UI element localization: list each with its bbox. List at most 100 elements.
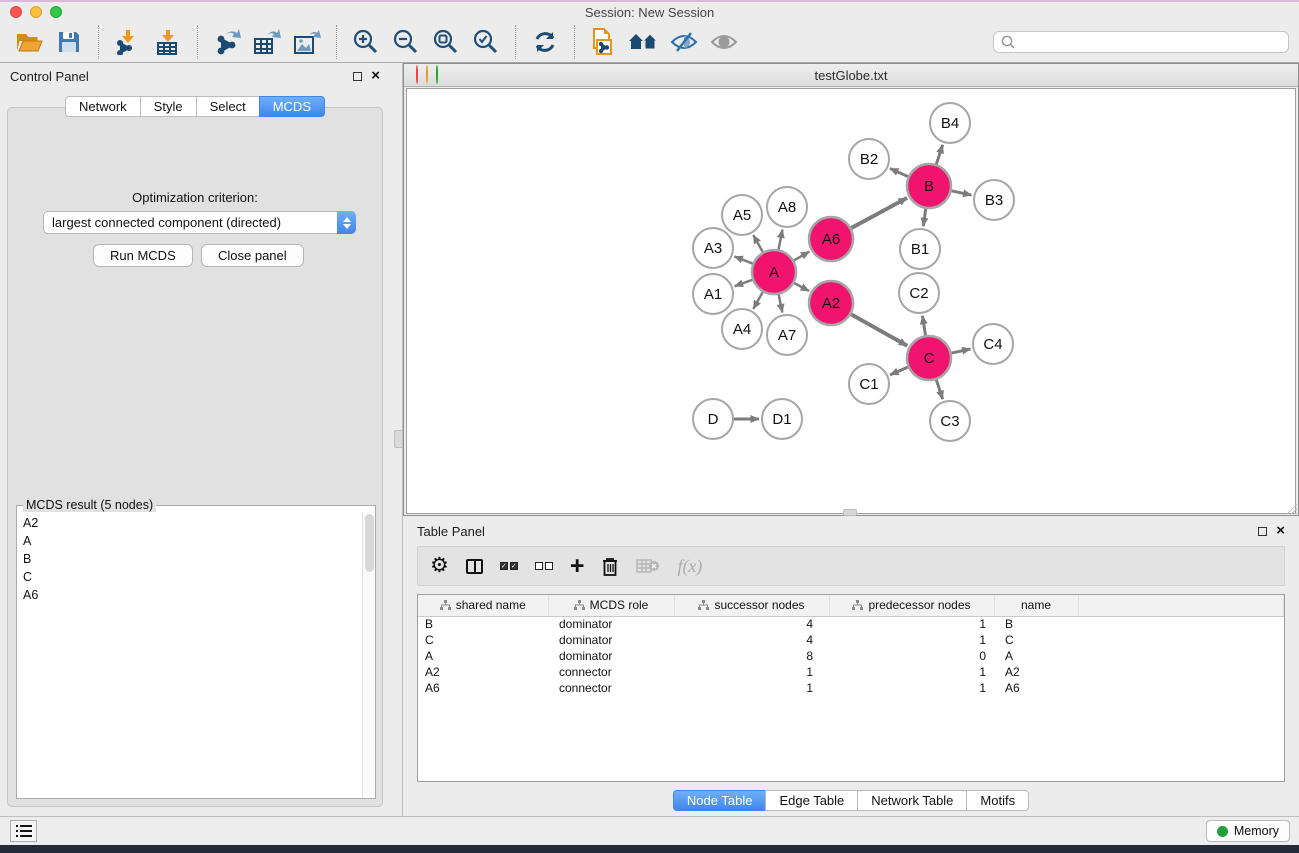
mcds-result-item[interactable]: A2: [18, 514, 361, 532]
edge-B-B2[interactable]: [890, 168, 908, 176]
create-column-button[interactable]: +: [570, 551, 585, 581]
table-options-button[interactable]: ⚙: [430, 551, 449, 581]
edge-C-C3[interactable]: [936, 380, 942, 399]
node-A5[interactable]: A5: [722, 195, 762, 235]
search-field[interactable]: [993, 31, 1289, 53]
node-C3[interactable]: C3: [930, 401, 970, 441]
import-table-button[interactable]: [148, 25, 188, 59]
task-history-button[interactable]: [10, 820, 37, 842]
horizontal-splitter-grip[interactable]: [843, 509, 857, 516]
edge-A-A1[interactable]: [735, 280, 753, 286]
tab-style[interactable]: Style: [140, 96, 196, 117]
show-graphics-details-button[interactable]: [704, 25, 744, 59]
export-image-button[interactable]: [287, 25, 327, 59]
node-C2[interactable]: C2: [899, 273, 939, 313]
table-row[interactable]: Bdominator41B: [418, 616, 1284, 632]
node-D1[interactable]: D1: [762, 399, 802, 439]
criterion-dropdown[interactable]: largest connected component (directed): [43, 211, 356, 234]
delete-columns-button[interactable]: [601, 551, 619, 581]
edge-A6-B[interactable]: [851, 198, 907, 228]
zoom-selected-button[interactable]: [466, 25, 506, 59]
import-network-button[interactable]: [108, 25, 148, 59]
edge-A-A8[interactable]: [779, 230, 783, 250]
scrollbar-thumb[interactable]: [365, 514, 374, 572]
close-panel-button[interactable]: Close panel: [201, 244, 304, 267]
table-row[interactable]: A6connector11A6: [418, 680, 1284, 696]
mcds-result-item[interactable]: A6: [18, 586, 361, 604]
node-C4[interactable]: C4: [973, 324, 1013, 364]
zoom-fit-button[interactable]: [426, 25, 466, 59]
node-B2[interactable]: B2: [849, 139, 889, 179]
column-header-MCDS-role[interactable]: MCDS role: [548, 595, 674, 616]
vertical-splitter-grip[interactable]: [394, 430, 403, 448]
apply-layout-button[interactable]: [525, 25, 565, 59]
mcds-result-item[interactable]: A: [18, 532, 361, 550]
show-column-button[interactable]: [466, 551, 483, 581]
edge-A-A5[interactable]: [753, 235, 762, 252]
float-panel-icon[interactable]: [1258, 527, 1267, 536]
edge-A2-C[interactable]: [851, 314, 907, 346]
node-A3[interactable]: A3: [693, 228, 733, 268]
edge-A-A6[interactable]: [794, 252, 809, 261]
edge-C-C2[interactable]: [922, 316, 925, 336]
node-A7[interactable]: A7: [767, 315, 807, 355]
search-input[interactable]: [1017, 35, 1288, 49]
node-B1[interactable]: B1: [900, 229, 940, 269]
edge-A-A3[interactable]: [734, 256, 752, 263]
edge-C-C1[interactable]: [890, 367, 908, 375]
titlebar[interactable]: Session: New Session: [0, 2, 1299, 22]
node-A6[interactable]: A6: [809, 217, 853, 261]
edge-A-A7[interactable]: [779, 295, 783, 313]
node-C1[interactable]: C1: [849, 364, 889, 404]
edge-A-A4[interactable]: [753, 292, 762, 309]
node-B[interactable]: B: [907, 164, 951, 208]
edge-B-B1[interactable]: [923, 209, 925, 226]
delete-table-button[interactable]: [636, 551, 660, 581]
zoom-out-button[interactable]: [386, 25, 426, 59]
apply-function-button[interactable]: f(x): [677, 551, 702, 581]
export-network-button[interactable]: [207, 25, 247, 59]
edge-B-B4[interactable]: [936, 145, 942, 164]
zoom-in-button[interactable]: [346, 25, 386, 59]
table-row[interactable]: Adominator80A: [418, 648, 1284, 664]
mcds-result-list[interactable]: A2ABCA6: [18, 514, 361, 797]
hide-graphics-details-button[interactable]: [664, 25, 704, 59]
network-overview-button[interactable]: [624, 25, 664, 59]
tab-node-table[interactable]: Node Table: [673, 790, 766, 811]
mcds-result-item[interactable]: B: [18, 550, 361, 568]
node-C[interactable]: C: [907, 336, 951, 380]
save-session-button[interactable]: [49, 25, 89, 59]
close-panel-icon[interactable]: ×: [1276, 526, 1285, 536]
clone-network-button[interactable]: [584, 25, 624, 59]
run-mcds-button[interactable]: Run MCDS: [93, 244, 193, 267]
tab-network-table[interactable]: Network Table: [857, 790, 966, 811]
tab-mcds[interactable]: MCDS: [259, 96, 325, 117]
table-row[interactable]: Cdominator41C: [418, 632, 1284, 648]
edge-C-C4[interactable]: [951, 349, 970, 353]
tab-network[interactable]: Network: [65, 96, 140, 117]
select-all-columns-button[interactable]: ✓✓: [500, 551, 518, 581]
node-A8[interactable]: A8: [767, 187, 807, 227]
tab-motifs[interactable]: Motifs: [966, 790, 1029, 811]
node-A2[interactable]: A2: [809, 281, 853, 325]
node-B3[interactable]: B3: [974, 180, 1014, 220]
tab-select[interactable]: Select: [196, 96, 259, 117]
export-table-button[interactable]: [247, 25, 287, 59]
close-panel-icon[interactable]: ×: [371, 71, 380, 81]
column-header-name[interactable]: name: [994, 595, 1078, 616]
edge-B-B3[interactable]: [951, 191, 971, 195]
node-B4[interactable]: B4: [930, 103, 970, 143]
column-header-successor-nodes[interactable]: successor nodes: [674, 595, 829, 616]
network-window-titlebar[interactable]: testGlobe.txt: [404, 64, 1298, 87]
network-graph[interactable]: AA1A2A3A4A5A6A7A8BB1B2B3B4CC1C2C3C4DD1: [407, 89, 1295, 513]
column-header-predecessor-nodes[interactable]: predecessor nodes: [829, 595, 994, 616]
tab-edge-table[interactable]: Edge Table: [765, 790, 857, 811]
node-A[interactable]: A: [752, 250, 796, 294]
unselect-all-columns-button[interactable]: [535, 551, 553, 581]
mcds-result-item[interactable]: C: [18, 568, 361, 586]
mcds-list-scrollbar[interactable]: [362, 512, 375, 797]
node-D[interactable]: D: [693, 399, 733, 439]
table-row[interactable]: A2connector11A2: [418, 664, 1284, 680]
node-A4[interactable]: A4: [722, 309, 762, 349]
open-file-button[interactable]: [9, 25, 49, 59]
